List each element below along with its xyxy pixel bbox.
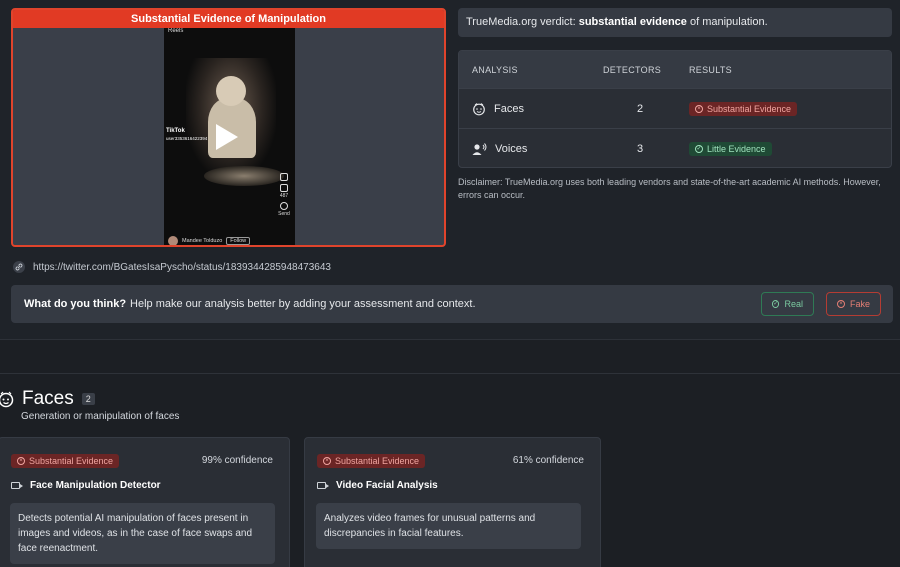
row-name: Voices bbox=[495, 142, 528, 155]
face-icon bbox=[473, 102, 485, 115]
link-icon bbox=[13, 261, 25, 273]
verdict-banner: Substantial Evidence of Manipulation bbox=[13, 10, 444, 28]
voice-icon bbox=[472, 142, 487, 155]
row-result-cell: ✓ Little Evidence bbox=[689, 141, 891, 156]
analysis-table-header: ANALYSIS DETECTORS RESULTS bbox=[459, 51, 891, 88]
video-side-actions: 487 Send bbox=[277, 170, 291, 217]
check-circle-icon: ✓ bbox=[772, 300, 780, 308]
faces-section-subtitle: Generation or manipulation of faces bbox=[21, 411, 180, 422]
row-result-cell: × Substantial Evidence bbox=[689, 101, 891, 116]
send-label: Send bbox=[278, 211, 290, 217]
video-author-bar: Mandee Tolduzo Follow bbox=[168, 236, 288, 245]
play-icon[interactable] bbox=[216, 124, 238, 150]
like-icon[interactable] bbox=[280, 173, 288, 181]
feedback-prompt: Help make our analysis better by adding … bbox=[130, 298, 476, 310]
verdict-suffix: of manipulation. bbox=[686, 16, 768, 28]
author-name: Mandee Tolduzo bbox=[182, 238, 223, 244]
verdict-prefix: TrueMedia.org verdict: bbox=[466, 16, 579, 28]
check-circle-icon: ✓ bbox=[695, 145, 703, 153]
source-url[interactable]: https://twitter.com/BGatesIsaPyscho/stat… bbox=[13, 261, 331, 273]
tiktok-watermark: TikTok user3353616422394 bbox=[166, 128, 207, 142]
detector-description: Detects potential AI manipulation of fac… bbox=[10, 503, 275, 564]
detector-count-badge: 2 bbox=[81, 393, 95, 405]
confidence-value: 99% confidence bbox=[201, 455, 273, 466]
verdict-strong: substantial evidence bbox=[578, 16, 687, 28]
x-circle-icon: × bbox=[695, 105, 703, 113]
media-preview-card: Substantial Evidence of Manipulation Ree… bbox=[11, 8, 446, 247]
status-badge-label: Substantial Evidence bbox=[29, 456, 114, 466]
video-top-text: Reels bbox=[168, 28, 184, 34]
status-badge-label: Substantial Evidence bbox=[335, 456, 420, 466]
real-button[interactable]: ✓ Real bbox=[761, 292, 814, 316]
x-circle-icon: × bbox=[837, 300, 845, 308]
detector-card-video-facial-analysis: × Substantial Evidence 61% confidence Vid… bbox=[304, 437, 601, 567]
status-badge: × Substantial Evidence bbox=[317, 454, 426, 468]
video-camera-icon bbox=[317, 482, 329, 489]
analysis-table: ANALYSIS DETECTORS RESULTS Faces 2 × Subs… bbox=[458, 50, 892, 168]
faces-section-title: Faces bbox=[22, 388, 74, 409]
feedback-bar: What do you think? Help make our analysi… bbox=[11, 285, 893, 323]
header-detectors: DETECTORS bbox=[603, 64, 662, 75]
row-name: Faces bbox=[494, 102, 524, 115]
tiktok-label: TikTok bbox=[166, 128, 185, 134]
send-icon[interactable] bbox=[280, 202, 288, 210]
video-frame-person-head bbox=[216, 76, 246, 106]
header-analysis: ANALYSIS bbox=[472, 64, 518, 75]
header-results: RESULTS bbox=[689, 64, 732, 75]
x-circle-icon: × bbox=[17, 457, 25, 465]
source-url-text[interactable]: https://twitter.com/BGatesIsaPyscho/stat… bbox=[33, 262, 331, 273]
detector-title: Video Facial Analysis bbox=[317, 480, 438, 491]
status-badge: ✓ Little Evidence bbox=[689, 142, 772, 156]
video-camera-icon bbox=[11, 482, 23, 489]
follow-button[interactable]: Follow bbox=[226, 237, 251, 245]
detector-title: Face Manipulation Detector bbox=[11, 480, 161, 491]
row-detectors: 3 bbox=[636, 142, 644, 155]
status-badge-label: Little Evidence bbox=[707, 144, 766, 154]
share-icon[interactable] bbox=[280, 184, 288, 192]
fake-button-label: Fake bbox=[849, 299, 870, 309]
x-circle-icon: × bbox=[323, 457, 331, 465]
tiktok-user-handle: user3353616422394 bbox=[166, 136, 208, 141]
confidence-value: 61% confidence bbox=[512, 455, 584, 466]
divider bbox=[0, 373, 900, 374]
detector-title-text: Video Facial Analysis bbox=[336, 480, 438, 491]
video-player[interactable]: Reels TikTok user3353616422394 487 Send … bbox=[164, 28, 295, 245]
detector-description: Analyzes video frames for unusual patter… bbox=[316, 503, 581, 549]
real-button-label: Real bbox=[784, 299, 803, 309]
author-avatar bbox=[168, 236, 178, 245]
detector-title-text: Face Manipulation Detector bbox=[30, 480, 161, 491]
row-label-cell: Voices bbox=[459, 142, 591, 156]
row-detectors: 2 bbox=[636, 102, 644, 115]
verdict-summary: TrueMedia.org verdict: substantial evide… bbox=[458, 8, 892, 37]
status-badge: × Substantial Evidence bbox=[689, 102, 798, 116]
share-count: 487 bbox=[279, 193, 289, 199]
analysis-row-faces[interactable]: Faces 2 × Substantial Evidence bbox=[459, 88, 891, 128]
faces-section-header: Faces 2 bbox=[0, 388, 95, 410]
feedback-question: What do you think? bbox=[24, 298, 127, 310]
fake-button[interactable]: × Fake bbox=[826, 292, 881, 316]
detector-card-face-manipulation: × Substantial Evidence 99% confidence Fac… bbox=[0, 437, 290, 567]
disclaimer: Disclaimer: TrueMedia.org uses both lead… bbox=[458, 177, 881, 200]
status-badge-label: Substantial Evidence bbox=[707, 104, 792, 114]
video-frame-floor bbox=[204, 166, 284, 186]
analysis-row-voices[interactable]: Voices 3 ✓ Little Evidence bbox=[459, 128, 891, 167]
face-icon bbox=[0, 391, 14, 408]
row-label-cell: Faces bbox=[459, 102, 591, 116]
status-badge: × Substantial Evidence bbox=[11, 454, 120, 468]
